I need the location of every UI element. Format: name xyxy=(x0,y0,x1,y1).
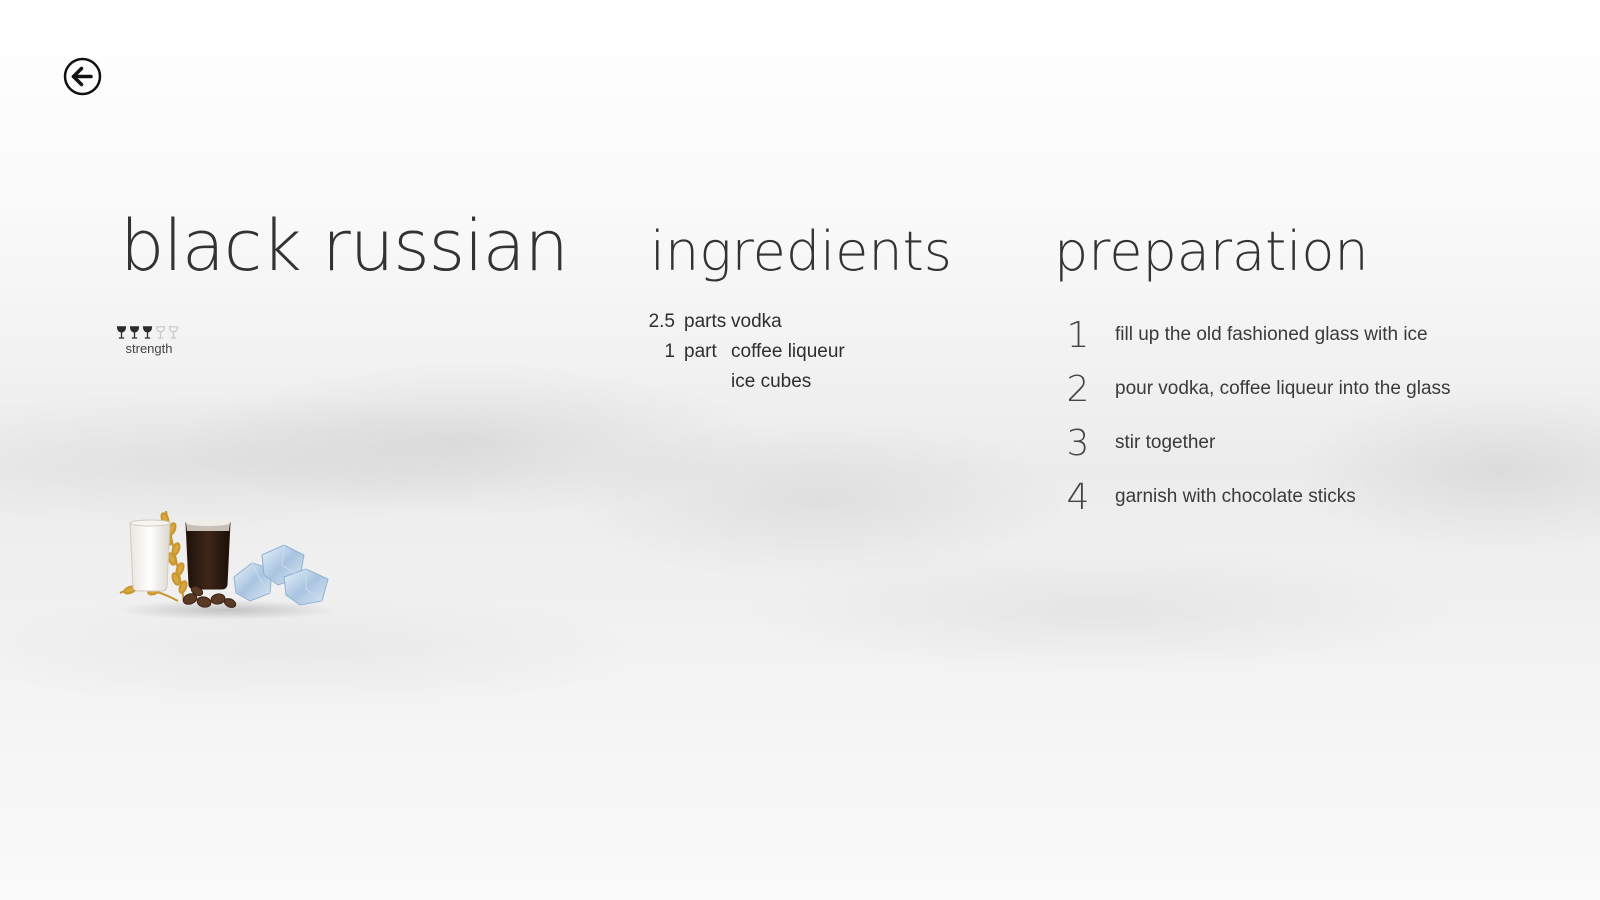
preparation-step: 4 garnish with chocolate sticks xyxy=(1060,470,1451,524)
preparation-steps: 1 fill up the old fashioned glass with i… xyxy=(1060,308,1451,524)
strength-label: strength xyxy=(125,341,173,356)
preparation-step: 3 stir together xyxy=(1060,416,1451,470)
back-arrow-icon xyxy=(63,57,102,96)
step-number: 2 xyxy=(1066,368,1090,410)
strength-glasses xyxy=(116,326,182,339)
wine-glass-icon xyxy=(168,326,179,339)
step-number: 4 xyxy=(1066,476,1090,518)
wine-glass-icon xyxy=(129,326,140,339)
ingredient-unit: parts xyxy=(684,311,727,332)
preparation-step: 2 pour vodka, coffee liqueur into the gl… xyxy=(1060,362,1451,416)
ingredient-unit: part xyxy=(684,341,717,362)
step-number: 1 xyxy=(1066,314,1090,356)
ingredient-name: vodka xyxy=(731,311,782,332)
ingredient-unit xyxy=(675,367,720,397)
wine-glass-icon xyxy=(155,326,166,339)
ingredients-list: 2.5 parts vodka 1 part coffee liqueur ic… xyxy=(640,307,845,397)
back-button[interactable] xyxy=(63,57,102,96)
step-text: stir together xyxy=(1115,432,1216,453)
step-number: 3 xyxy=(1066,422,1090,464)
step-text: fill up the old fashioned glass with ice xyxy=(1115,324,1428,345)
ingredient-amount xyxy=(640,367,675,397)
preparation-heading: preparation xyxy=(1054,220,1369,283)
ingredient-name: ice cubes xyxy=(731,371,812,392)
drink-title: black russian xyxy=(120,205,569,287)
ingredient-row: 1 part coffee liqueur xyxy=(640,337,845,367)
wine-glass-icon xyxy=(116,326,127,339)
strength-rating: strength xyxy=(116,326,182,356)
ingredient-amount: 2.5 xyxy=(648,311,675,332)
ingredient-name: coffee liqueur xyxy=(731,341,845,362)
drink-ingredients-image xyxy=(116,505,342,625)
ingredient-amount: 1 xyxy=(664,341,675,362)
step-text: pour vodka, coffee liqueur into the glas… xyxy=(1115,378,1451,399)
wine-glass-icon xyxy=(142,326,153,339)
ingredient-row: ice cubes xyxy=(640,367,845,397)
ingredients-heading: ingredients xyxy=(650,220,952,283)
step-text: garnish with chocolate sticks xyxy=(1115,486,1356,507)
ingredient-row: 2.5 parts vodka xyxy=(640,307,845,337)
preparation-step: 1 fill up the old fashioned glass with i… xyxy=(1060,308,1451,362)
